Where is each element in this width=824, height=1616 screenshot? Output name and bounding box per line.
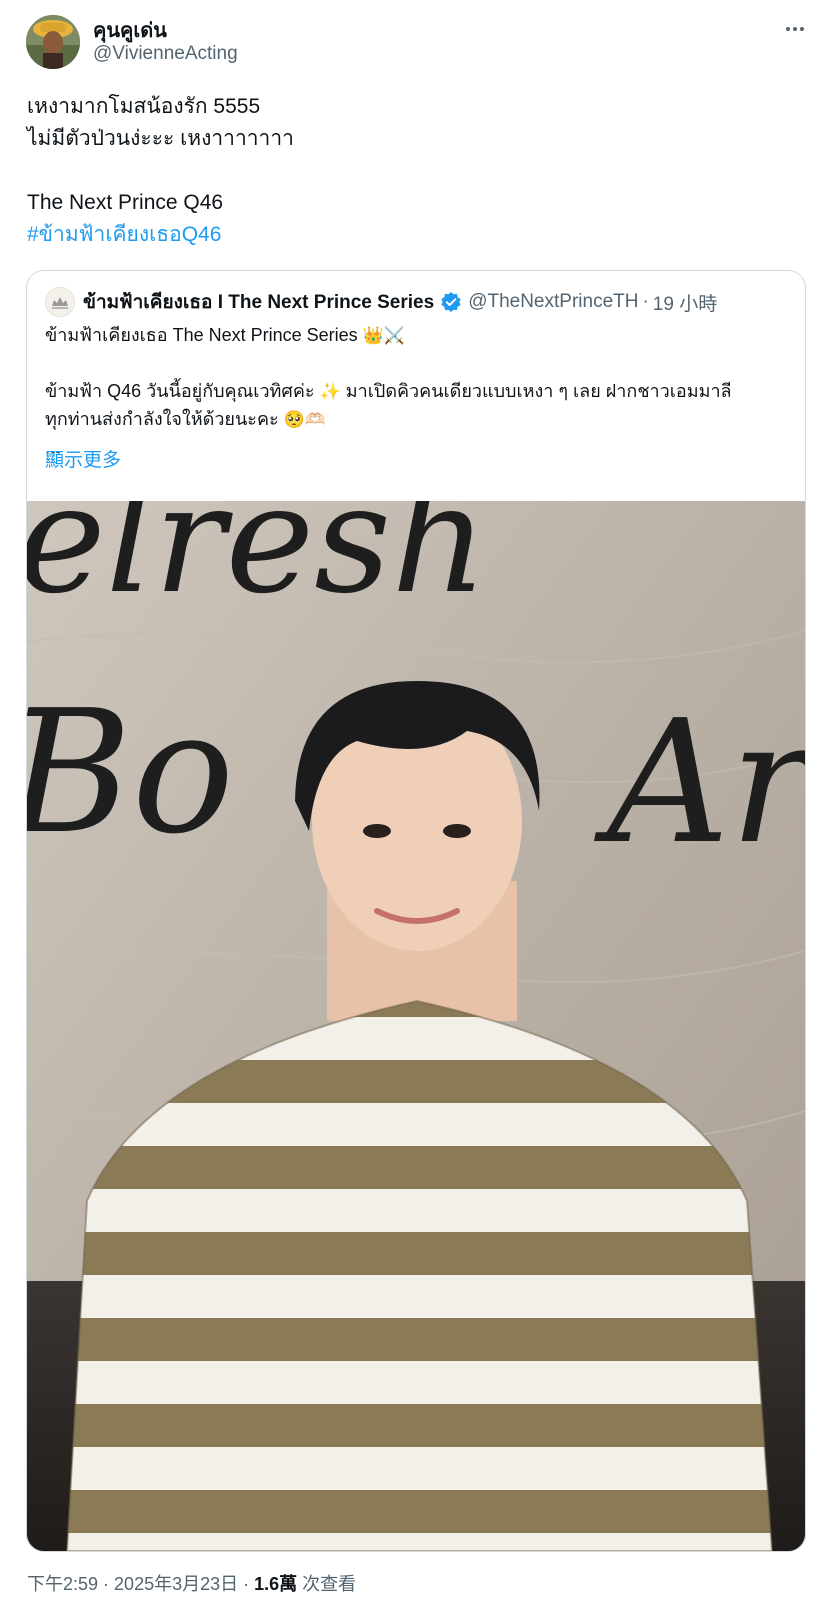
show-more-link[interactable]: 顯示更多: [45, 445, 121, 472]
wall-lettering: Bo: [27, 674, 234, 872]
tweet-date[interactable]: 2025年3月23日: [114, 1574, 238, 1594]
separator-dot: ·: [642, 291, 649, 312]
wall-lettering: elresh: [27, 501, 488, 627]
quoted-line-text: มาเปิดคิวคนเดียวแบบเหงา ๆ เลย ฝากชาวเอมม…: [345, 381, 732, 401]
quoted-author-name[interactable]: ข้ามฟ้าเคียงเธอ I The Next Prince Series: [83, 287, 434, 317]
quoted-line: ทุกท่านส่งกำลังใจให้ด้วยนะคะ 🥺🫶🏻: [45, 405, 790, 433]
quoted-author-avatar[interactable]: [45, 287, 75, 317]
author-avatar[interactable]: [26, 15, 80, 69]
more-horizontal-icon: [786, 27, 804, 31]
tweet-line: เหงามากโมสน้องรัก 5555: [27, 95, 261, 118]
quoted-line-text: ข้ามฟ้า Q46 วันนี้อยู่กับคุณเวทิศค่ะ: [45, 381, 315, 401]
author-name[interactable]: คุนคูเด่น: [93, 14, 167, 46]
meta-separator: ·: [98, 1574, 115, 1594]
series-logo-icon: [46, 288, 74, 316]
author-handle[interactable]: @VivienneActing: [93, 43, 238, 65]
quoted-line-text: ทุกท่านส่งกำลังใจให้ด้วยนะคะ: [45, 409, 279, 429]
tweet-meta: 下午2:59 · 2025年3月23日 · 1.6萬 次查看: [27, 1570, 356, 1596]
quoted-timestamp[interactable]: 19 小時: [653, 289, 717, 316]
quoted-line-text: ข้ามฟ้าเคียงเธอ The Next Prince Series: [45, 325, 358, 345]
quoted-line: ข้ามฟ้า Q46 วันนี้อยู่กับคุณเวทิศค่ะ ✨ ม…: [45, 377, 790, 405]
quoted-text: ข้ามฟ้าเคียงเธอ The Next Prince Series 👑…: [45, 321, 790, 461]
views-label: 次查看: [297, 1574, 357, 1594]
tweet-line: The Next Prince Q46: [27, 191, 224, 214]
quoted-line: ข้ามฟ้าเคียงเธอ The Next Prince Series 👑…: [45, 321, 790, 349]
views-count: 1.6萬: [254, 1574, 298, 1594]
photo-image: elresh Bo Ar: [27, 501, 805, 1551]
quoted-author-handle[interactable]: @TheNextPrinceTH: [468, 291, 638, 313]
wall-lettering: Ar: [594, 684, 805, 882]
tweet: คุนคูเด่น @VivienneActing เหงามากโมสน้อง…: [0, 0, 824, 1616]
quoted-ellipsis: ...: [45, 437, 61, 457]
verified-badge-icon: [440, 291, 462, 313]
quoted-line-blank: [45, 349, 790, 377]
quoted-header: ข้ามฟ้าเคียงเธอ I The Next Prince Series…: [83, 287, 717, 317]
profile-photo: [26, 15, 80, 69]
hashtag-link[interactable]: #ข้ามฟ้าเคียงเธอQ46: [27, 219, 797, 251]
quoted-tweet[interactable]: ข้ามฟ้าเคียงเธอ I The Next Prince Series…: [26, 270, 806, 1552]
tweet-text: เหงามากโมสน้องรัก 5555 ไม่มีตัวป่วนง่ะะะ…: [27, 91, 797, 251]
sparkles-emoji: ✨: [319, 382, 341, 401]
crown-swords-emoji: 👑⚔️: [362, 326, 406, 345]
tweet-time[interactable]: 下午2:59: [27, 1574, 98, 1594]
pleading-hands-emoji: 🥺🫶🏻: [283, 410, 327, 429]
quoted-photo[interactable]: elresh Bo Ar: [27, 501, 805, 1551]
more-options-button[interactable]: [780, 14, 810, 44]
meta-separator: ·: [238, 1574, 255, 1594]
tweet-line: ไม่มีตัวป่วนง่ะะะ เหงาาาาาาา: [27, 127, 294, 150]
